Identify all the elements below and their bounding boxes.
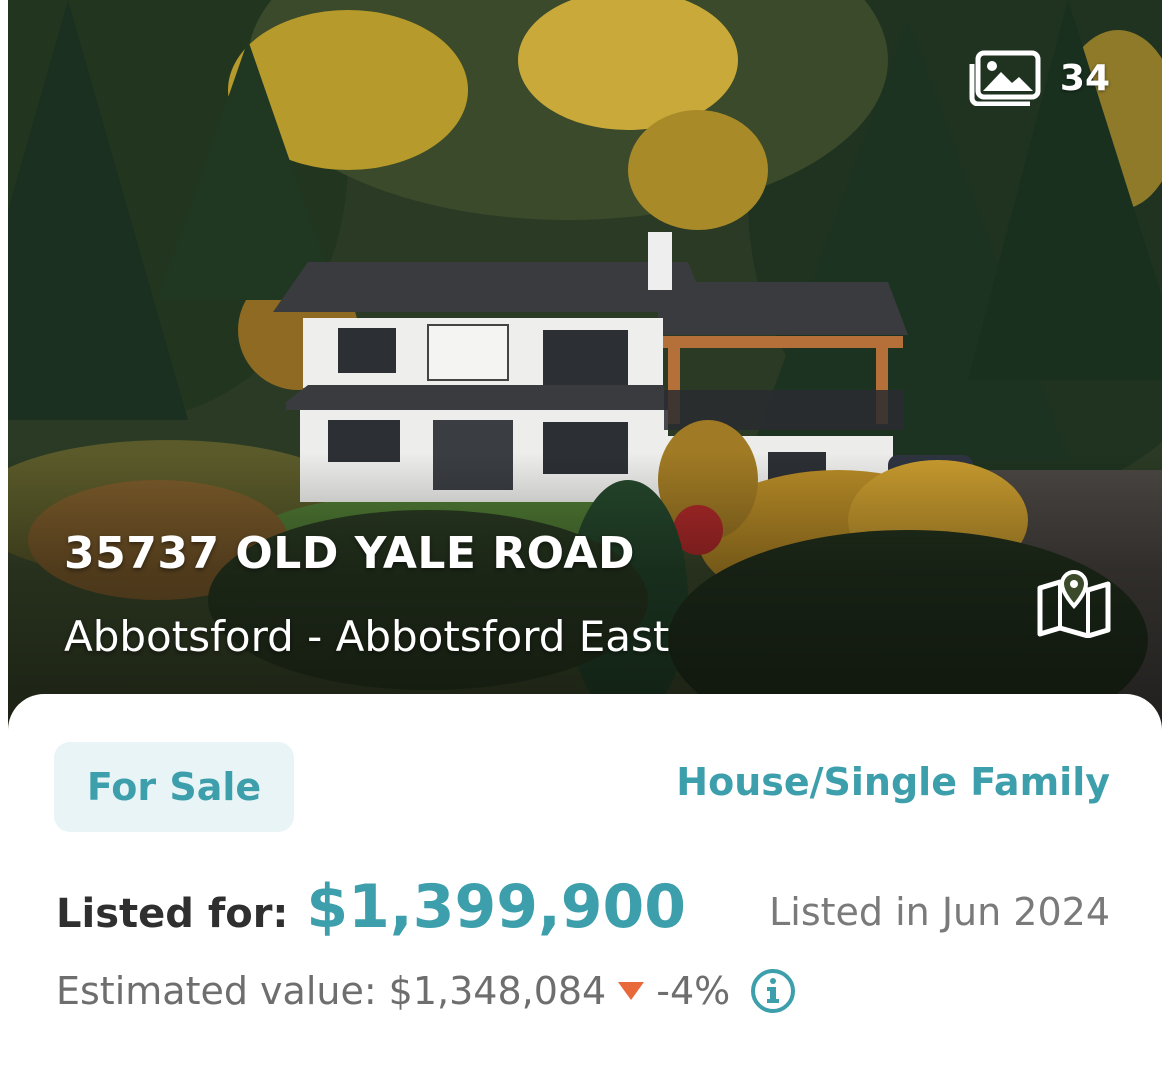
listing-details-panel: For Sale House/Single Family Listed for:… — [8, 694, 1162, 1070]
photo-gallery-icon — [969, 50, 1041, 106]
photo-count-button[interactable]: 34 — [968, 50, 1110, 106]
estimated-change: -4% — [656, 969, 731, 1013]
photo-count: 34 — [1059, 57, 1110, 99]
listing-card[interactable]: 34 35737 OLD YALE ROAD Abbotsford - Abbo… — [0, 0, 1170, 1070]
listing-address: 35737 OLD YALE ROAD — [64, 528, 635, 579]
info-icon[interactable] — [750, 968, 796, 1014]
property-type: House/Single Family — [676, 760, 1110, 804]
listed-for-label: Listed for: — [56, 891, 289, 937]
estimated-value-label: Estimated value: — [56, 969, 377, 1013]
map-pin-icon[interactable] — [1036, 568, 1112, 638]
listed-price: $1,399,900 — [306, 872, 686, 942]
listing-area: Abbotsford - Abbotsford East — [64, 612, 670, 661]
listed-date: Listed in Jun 2024 — [769, 890, 1110, 934]
estimated-value: $1,348,084 — [388, 969, 607, 1013]
listing-photo[interactable]: 34 35737 OLD YALE ROAD Abbotsford - Abbo… — [8, 0, 1162, 730]
triangle-down-icon — [618, 982, 645, 1000]
status-badge: For Sale — [54, 742, 294, 832]
estimated-value-row: Estimated value: $1,348,084 -4% — [56, 968, 796, 1014]
listed-price-row: Listed for: $1,399,900 — [56, 872, 686, 942]
